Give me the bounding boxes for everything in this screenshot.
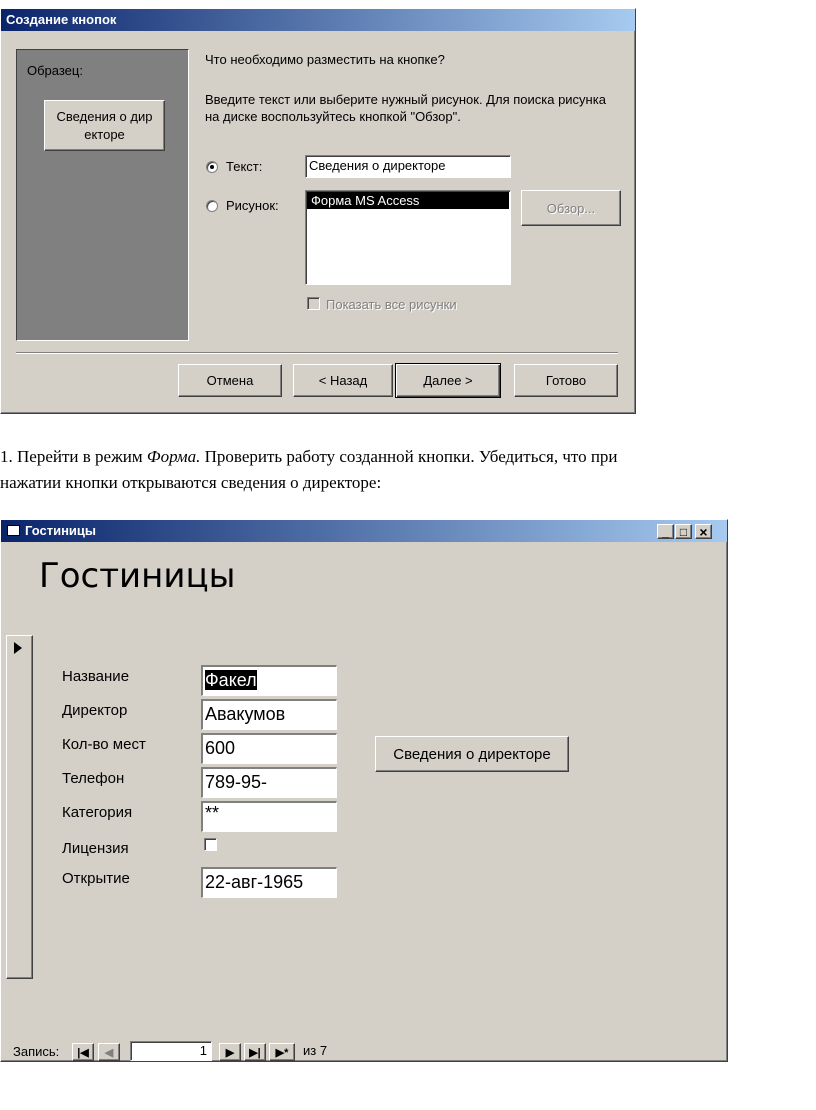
label-name: Название bbox=[62, 668, 130, 685]
record-number-input[interactable]: 1 bbox=[130, 1041, 212, 1061]
minimize-button[interactable]: _ bbox=[657, 524, 674, 539]
form-titlebar: Гостиницы _ □ × bbox=[1, 520, 727, 542]
form-window-title: Гостиницы bbox=[25, 523, 97, 538]
sample-panel: Образец: Сведения о дир екторе bbox=[16, 49, 189, 341]
form-header-title: Гостиницы bbox=[39, 556, 236, 596]
close-icon: × bbox=[699, 523, 708, 540]
back-button-label: < Назад bbox=[318, 373, 368, 388]
last-record-icon: ▶| bbox=[249, 1046, 261, 1059]
form-window-icon bbox=[7, 525, 20, 536]
first-record-icon: |◀ bbox=[77, 1046, 89, 1059]
picture-listbox[interactable]: Форма MS Access bbox=[305, 190, 511, 285]
new-record-button[interactable]: ▶* bbox=[269, 1043, 295, 1061]
record-total: из 7 bbox=[303, 1043, 328, 1058]
new-record-icon: ▶* bbox=[275, 1046, 289, 1059]
next-button-label: Далее > bbox=[423, 373, 473, 388]
label-license: Лицензия bbox=[62, 840, 129, 857]
button-text-input[interactable]: Сведения о директоре bbox=[305, 155, 511, 178]
opening-date-field[interactable]: 22-авг-1965 bbox=[201, 867, 337, 898]
prev-record-icon: ◀ bbox=[104, 1046, 114, 1059]
picture-option-label[interactable]: Рисунок: bbox=[226, 198, 279, 213]
picture-radio[interactable] bbox=[206, 200, 218, 212]
instruction-paragraph: 1. Перейти в режим Форма. Проверить рабо… bbox=[0, 444, 816, 496]
cancel-button[interactable]: Отмена bbox=[178, 364, 282, 397]
sample-button-preview: Сведения о дир екторе bbox=[44, 100, 165, 151]
next-button[interactable]: Далее > bbox=[395, 363, 501, 398]
label-director: Директор bbox=[62, 702, 128, 719]
picture-list-item[interactable]: Форма MS Access bbox=[307, 192, 509, 209]
first-record-button[interactable]: |◀ bbox=[72, 1043, 94, 1061]
director-field[interactable]: Авакумов bbox=[201, 699, 337, 730]
text-option-label[interactable]: Текст: bbox=[226, 159, 262, 174]
sample-label: Образец: bbox=[27, 63, 83, 78]
next-record-button[interactable]: ▶ bbox=[219, 1043, 241, 1061]
name-field[interactable]: Факел bbox=[201, 665, 337, 696]
record-nav-label: Запись: bbox=[13, 1044, 60, 1059]
record-selector[interactable] bbox=[6, 635, 33, 979]
hotels-form-window: Гостиницы _ □ × Гостиницы Название Дирек… bbox=[0, 519, 728, 1062]
wizard-instruction: Введите текст или выберите нужный рисуно… bbox=[205, 92, 606, 124]
show-all-pictures-label[interactable]: Показать все рисунки bbox=[326, 297, 457, 312]
sample-button-text: Сведения о дир екторе bbox=[56, 108, 153, 142]
license-checkbox[interactable] bbox=[204, 838, 217, 851]
instruction-line-1: 1. Перейти в режим Форма. Проверить рабо… bbox=[0, 444, 816, 470]
director-info-button-label: Сведения о директоре bbox=[393, 745, 551, 763]
label-phone: Телефон bbox=[62, 770, 125, 787]
maximize-icon: □ bbox=[679, 524, 688, 539]
instruction-line-2: нажатии кнопки открываются сведения о ди… bbox=[0, 473, 382, 492]
wizard-separator bbox=[16, 352, 618, 354]
text-radio[interactable] bbox=[206, 161, 218, 173]
instruction-suffix: Проверить работу созданной кнопки. Убеди… bbox=[200, 447, 618, 466]
minimize-icon: _ bbox=[662, 524, 669, 539]
phone-field[interactable]: 789-95- bbox=[201, 767, 337, 798]
next-record-icon: ▶ bbox=[225, 1046, 235, 1059]
back-button[interactable]: < Назад bbox=[293, 364, 393, 397]
finish-button[interactable]: Готово bbox=[514, 364, 618, 397]
browse-button-label: Обзор... bbox=[546, 200, 596, 216]
prev-record-button[interactable]: ◀ bbox=[98, 1043, 120, 1061]
show-all-pictures-checkbox[interactable] bbox=[307, 297, 320, 310]
maximize-button[interactable]: □ bbox=[675, 524, 692, 539]
last-record-button[interactable]: ▶| bbox=[244, 1043, 266, 1061]
name-field-value: Факел bbox=[205, 670, 257, 690]
label-seats: Кол-во мест bbox=[62, 736, 146, 753]
record-number-value: 1 bbox=[199, 1043, 207, 1058]
finish-button-label: Готово bbox=[545, 373, 587, 388]
current-record-arrow-icon bbox=[14, 642, 22, 654]
category-field[interactable]: ** bbox=[201, 801, 337, 832]
cancel-button-label: Отмена bbox=[206, 373, 254, 388]
label-opening: Открытие bbox=[62, 870, 130, 887]
wizard-question: Что необходимо разместить на кнопке? bbox=[205, 52, 445, 67]
browse-button[interactable]: Обзор... bbox=[521, 190, 621, 226]
director-info-button[interactable]: Сведения о директоре bbox=[375, 736, 569, 772]
close-button[interactable]: × bbox=[695, 524, 712, 540]
button-wizard-dialog: Создание кнопок Образец: Сведения о дир … bbox=[0, 8, 636, 414]
instruction-prefix: 1. Перейти в режим bbox=[0, 447, 147, 466]
instruction-line-1-text: 1. Перейти в режим Форма. Проверить рабо… bbox=[0, 444, 618, 470]
wizard-title: Создание кнопок bbox=[1, 9, 635, 31]
label-category: Категория bbox=[62, 804, 133, 821]
mode-name: Форма. bbox=[146, 447, 201, 466]
seats-field[interactable]: 600 bbox=[201, 733, 337, 764]
